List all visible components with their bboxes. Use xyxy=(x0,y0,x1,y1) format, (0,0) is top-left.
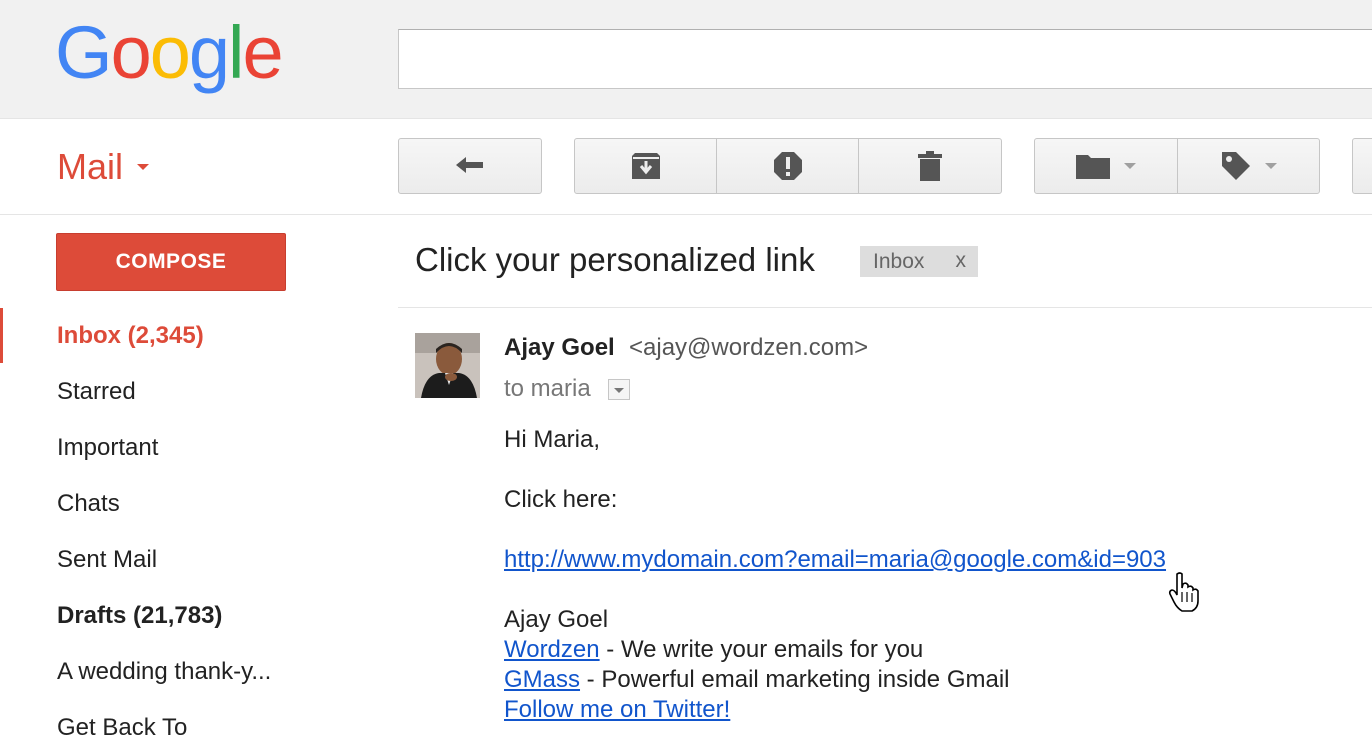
reply-icon xyxy=(455,156,485,176)
more-button[interactable] xyxy=(1352,138,1372,194)
move-to-button[interactable] xyxy=(1034,138,1178,194)
gmass-link[interactable]: GMass xyxy=(504,666,580,693)
sidebar-item-get-back-to[interactable]: Get Back To xyxy=(57,713,187,741)
sidebar-item-chats[interactable]: Chats xyxy=(57,489,120,519)
twitter-link[interactable]: Follow me on Twitter! xyxy=(504,696,730,723)
labels-button[interactable] xyxy=(1177,138,1320,194)
sidebar-item-important[interactable]: Important xyxy=(57,433,158,463)
hand-pointer-icon xyxy=(1168,572,1202,617)
greeting-text: Hi Maria, xyxy=(504,426,601,453)
divider xyxy=(398,307,1372,308)
label-chip-text: Inbox xyxy=(873,249,925,273)
avatar[interactable] xyxy=(415,333,480,398)
reply-button[interactable] xyxy=(398,138,542,194)
logo-letter: o xyxy=(149,11,191,94)
chevron-down-icon xyxy=(1124,163,1136,169)
sidebar-item-wedding-label[interactable]: A wedding thank-y... xyxy=(57,657,271,687)
archive-button[interactable] xyxy=(574,138,717,194)
sidebar-item-starred[interactable]: Starred xyxy=(57,377,136,407)
inbox-label-chip[interactable]: Inbox x xyxy=(860,246,978,277)
logo-letter: G xyxy=(55,11,113,94)
sender-name[interactable]: Ajay Goel xyxy=(504,333,615,363)
sidebar-item-sent-mail[interactable]: Sent Mail xyxy=(57,545,157,575)
top-bar: Google xyxy=(0,0,1372,119)
sidebar-item-drafts[interactable]: Drafts (21,783) xyxy=(57,601,222,631)
instruction-text: Click here: xyxy=(504,486,618,513)
report-spam-button[interactable] xyxy=(716,138,859,194)
logo-letter: o xyxy=(110,11,152,94)
logo-letter: l xyxy=(228,11,245,94)
sender-email: <ajay@wordzen.com> xyxy=(629,334,869,361)
details-dropdown-icon[interactable] xyxy=(608,379,630,400)
toolbar-row: Mail xyxy=(0,119,1372,215)
compose-button[interactable]: COMPOSE xyxy=(56,233,286,291)
wordzen-link[interactable]: Wordzen xyxy=(504,636,600,663)
active-indicator xyxy=(0,308,3,363)
logo-letter: e xyxy=(242,11,283,94)
chevron-down-icon xyxy=(1264,163,1277,169)
archive-icon xyxy=(631,153,661,179)
thread-subject: Click your personalized link xyxy=(415,241,815,278)
app-switcher-label[interactable]: Mail xyxy=(57,145,123,189)
remove-label-icon[interactable]: x xyxy=(956,249,967,273)
signature-text: - Powerful email marketing inside Gmail xyxy=(580,666,1010,693)
sidebar-item-inbox[interactable]: Inbox (2,345) xyxy=(57,321,204,351)
search-input[interactable] xyxy=(398,29,1372,89)
report-spam-icon xyxy=(773,151,803,181)
label-tag-icon xyxy=(1221,151,1251,181)
google-logo[interactable]: Google xyxy=(55,8,284,98)
signature-text: - We write your emails for you xyxy=(599,636,924,663)
recipient-line: to maria xyxy=(504,375,591,402)
chevron-down-icon[interactable] xyxy=(137,164,149,170)
signature-name: Ajay Goel xyxy=(504,606,609,633)
delete-icon xyxy=(918,151,942,181)
delete-button[interactable] xyxy=(858,138,1002,194)
personalized-link[interactable]: http://www.mydomain.com?email=maria@goog… xyxy=(504,546,1166,573)
signature-line: GMass - Powerful email marketing inside … xyxy=(504,665,1010,695)
folder-icon xyxy=(1076,153,1110,179)
logo-letter: g xyxy=(188,11,230,94)
signature-line: Wordzen - We write your emails for you xyxy=(504,635,923,665)
